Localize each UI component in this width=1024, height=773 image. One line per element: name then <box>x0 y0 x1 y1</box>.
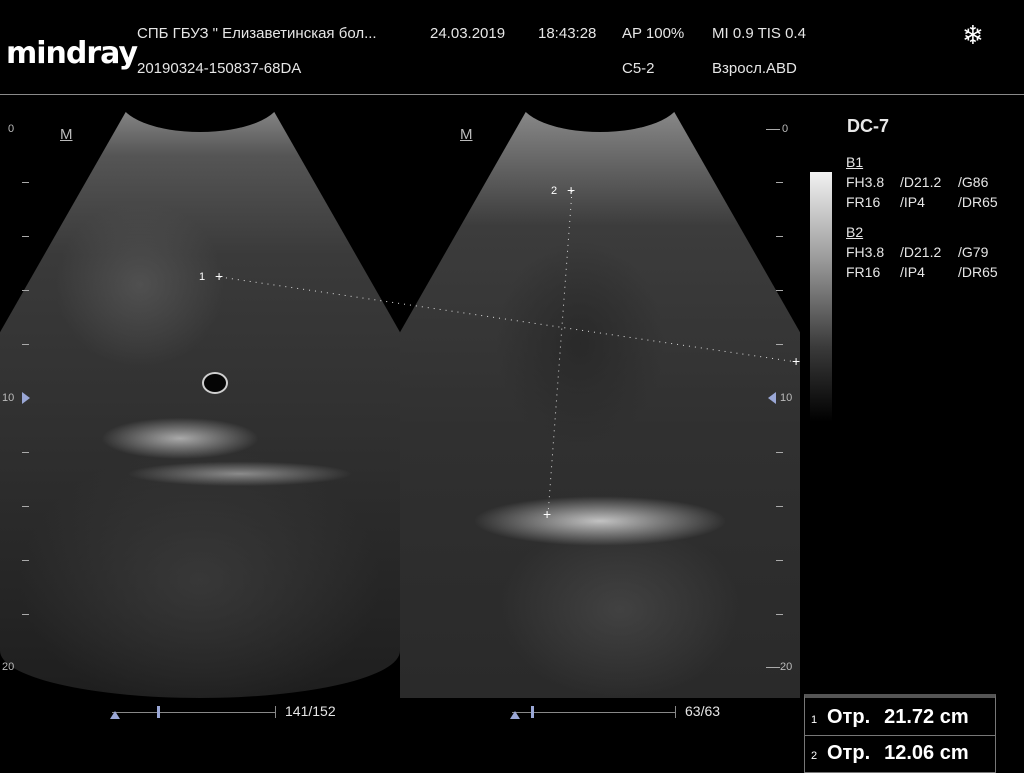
right-cine-start-marker[interactable] <box>510 711 520 719</box>
b2-row2: FR16 /IP4 /DR65 <box>846 264 998 280</box>
right-cine-track[interactable] <box>512 712 676 713</box>
grayscale-bar <box>810 172 832 422</box>
measurement-results-box: 1 Отр. 21.72 cm 2 Отр. 12.06 cm <box>804 694 996 773</box>
right-cine-count: 63/63 <box>685 703 721 719</box>
caliper-line-1 <box>219 276 798 363</box>
caliper-line-2 <box>547 190 573 516</box>
b1-row2: FR16 /IP4 /DR65 <box>846 194 998 210</box>
measurement-row-1[interactable]: 1 Отр. 21.72 cm <box>811 706 969 729</box>
caliper-1-end[interactable]: + <box>792 353 800 369</box>
b2-label: B2 <box>846 224 864 240</box>
caliper-1-label: 1 <box>199 271 206 283</box>
caliper-2-start[interactable]: + <box>567 182 575 198</box>
caliper-1-start[interactable]: + <box>215 268 223 284</box>
caliper-2-end[interactable]: + <box>543 506 551 522</box>
b1-label: B1 <box>846 154 864 170</box>
left-cine-start-marker[interactable] <box>110 711 120 719</box>
left-cine-position-marker[interactable] <box>157 706 160 718</box>
measurement-row-2[interactable]: 2 Отр. 12.06 cm <box>811 742 969 765</box>
mode-title: DC-7 <box>847 116 890 136</box>
b1-row1: FH3.8 /D21.2 /G86 <box>846 174 989 190</box>
caliper-2-label: 2 <box>551 185 558 197</box>
b2-row1: FH3.8 /D21.2 /G79 <box>846 244 989 260</box>
left-cine-track[interactable] <box>112 712 276 713</box>
left-cine-count: 141/152 <box>285 703 336 719</box>
right-cine-position-marker[interactable] <box>531 706 534 718</box>
